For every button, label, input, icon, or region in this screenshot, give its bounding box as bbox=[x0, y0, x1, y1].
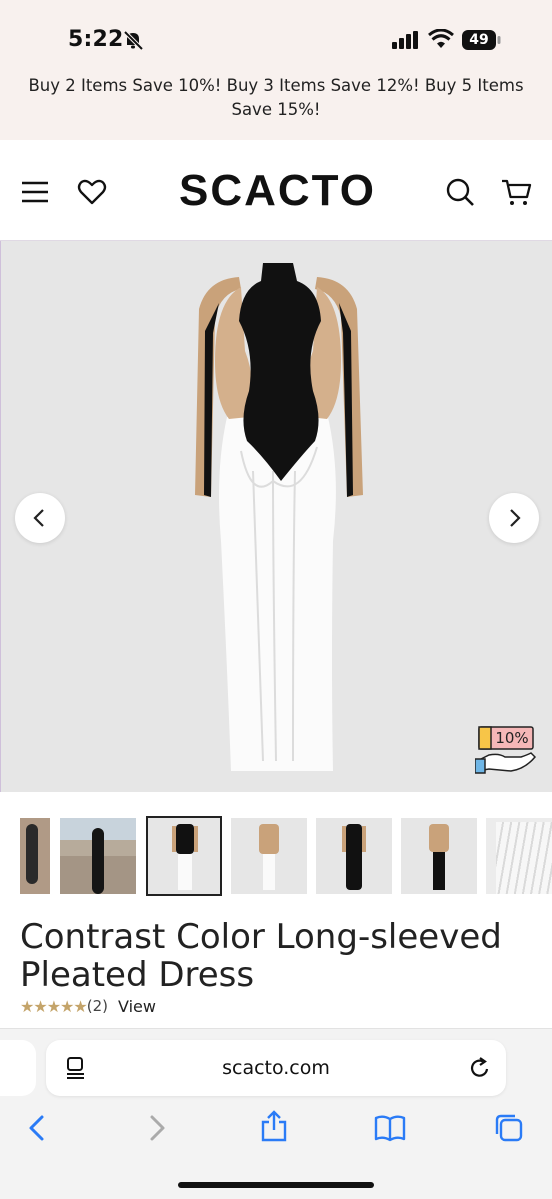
thumbnail-1[interactable] bbox=[20, 818, 50, 894]
back-icon[interactable] bbox=[22, 1112, 54, 1144]
address-bar[interactable]: scacto.com bbox=[46, 1040, 506, 1096]
wifi-icon bbox=[428, 29, 454, 48]
discount-badge-label: 10% bbox=[495, 729, 529, 747]
search-icon[interactable] bbox=[444, 176, 476, 208]
thumbnail-strip[interactable] bbox=[0, 812, 552, 896]
url-text: scacto.com bbox=[222, 1057, 330, 1079]
heart-icon[interactable] bbox=[76, 176, 108, 208]
reload-icon[interactable] bbox=[468, 1056, 492, 1080]
thumbnail-3-selected[interactable] bbox=[146, 816, 222, 896]
site-logo[interactable]: SCACTO bbox=[170, 166, 385, 216]
bell-muted-icon bbox=[123, 30, 144, 50]
product-image-gallery[interactable]: 10% bbox=[0, 241, 552, 792]
status-time: 5:22 bbox=[68, 27, 124, 52]
chevron-left-icon bbox=[33, 509, 44, 527]
tabs-icon[interactable] bbox=[493, 1112, 525, 1144]
home-indicator[interactable] bbox=[178, 1182, 374, 1188]
view-reviews-link[interactable]: View bbox=[118, 997, 156, 1016]
thumbnail-6[interactable] bbox=[401, 818, 477, 894]
previous-image-button[interactable] bbox=[15, 493, 65, 543]
menu-icon[interactable] bbox=[19, 176, 51, 208]
promo-banner[interactable]: Buy 2 Items Save 10%! Buy 3 Items Save 1… bbox=[0, 64, 552, 140]
discount-badge[interactable]: 10% bbox=[475, 725, 537, 779]
product-rating[interactable]: ★★★★★ (2) View bbox=[20, 996, 156, 1016]
cellular-signal-icon bbox=[392, 31, 418, 49]
chevron-right-icon bbox=[510, 509, 521, 527]
thumbnail-4[interactable] bbox=[231, 818, 307, 894]
thumbnail-7[interactable] bbox=[486, 818, 552, 894]
battery-level: 49 bbox=[469, 32, 489, 48]
thumbnail-5[interactable] bbox=[316, 818, 392, 894]
review-count: (2) bbox=[86, 997, 108, 1015]
battery-indicator: 49 bbox=[462, 29, 502, 51]
next-image-button[interactable] bbox=[489, 493, 539, 543]
product-image bbox=[195, 263, 363, 771]
promo-text: Buy 2 Items Save 10%! Buy 3 Items Save 1… bbox=[28, 76, 524, 119]
thumbnail-2[interactable] bbox=[60, 818, 136, 894]
share-icon[interactable] bbox=[258, 1110, 290, 1142]
cart-icon[interactable] bbox=[501, 176, 533, 208]
previous-tab-preview[interactable] bbox=[0, 1040, 36, 1096]
rating-stars: ★★★★★ bbox=[20, 996, 88, 1016]
product-title: Contrast Color Long-sleeved Pleated Dres… bbox=[20, 917, 502, 995]
bookmarks-icon[interactable] bbox=[374, 1112, 406, 1144]
forward-icon[interactable] bbox=[140, 1112, 172, 1144]
status-bar: 5:22 49 bbox=[0, 0, 552, 64]
